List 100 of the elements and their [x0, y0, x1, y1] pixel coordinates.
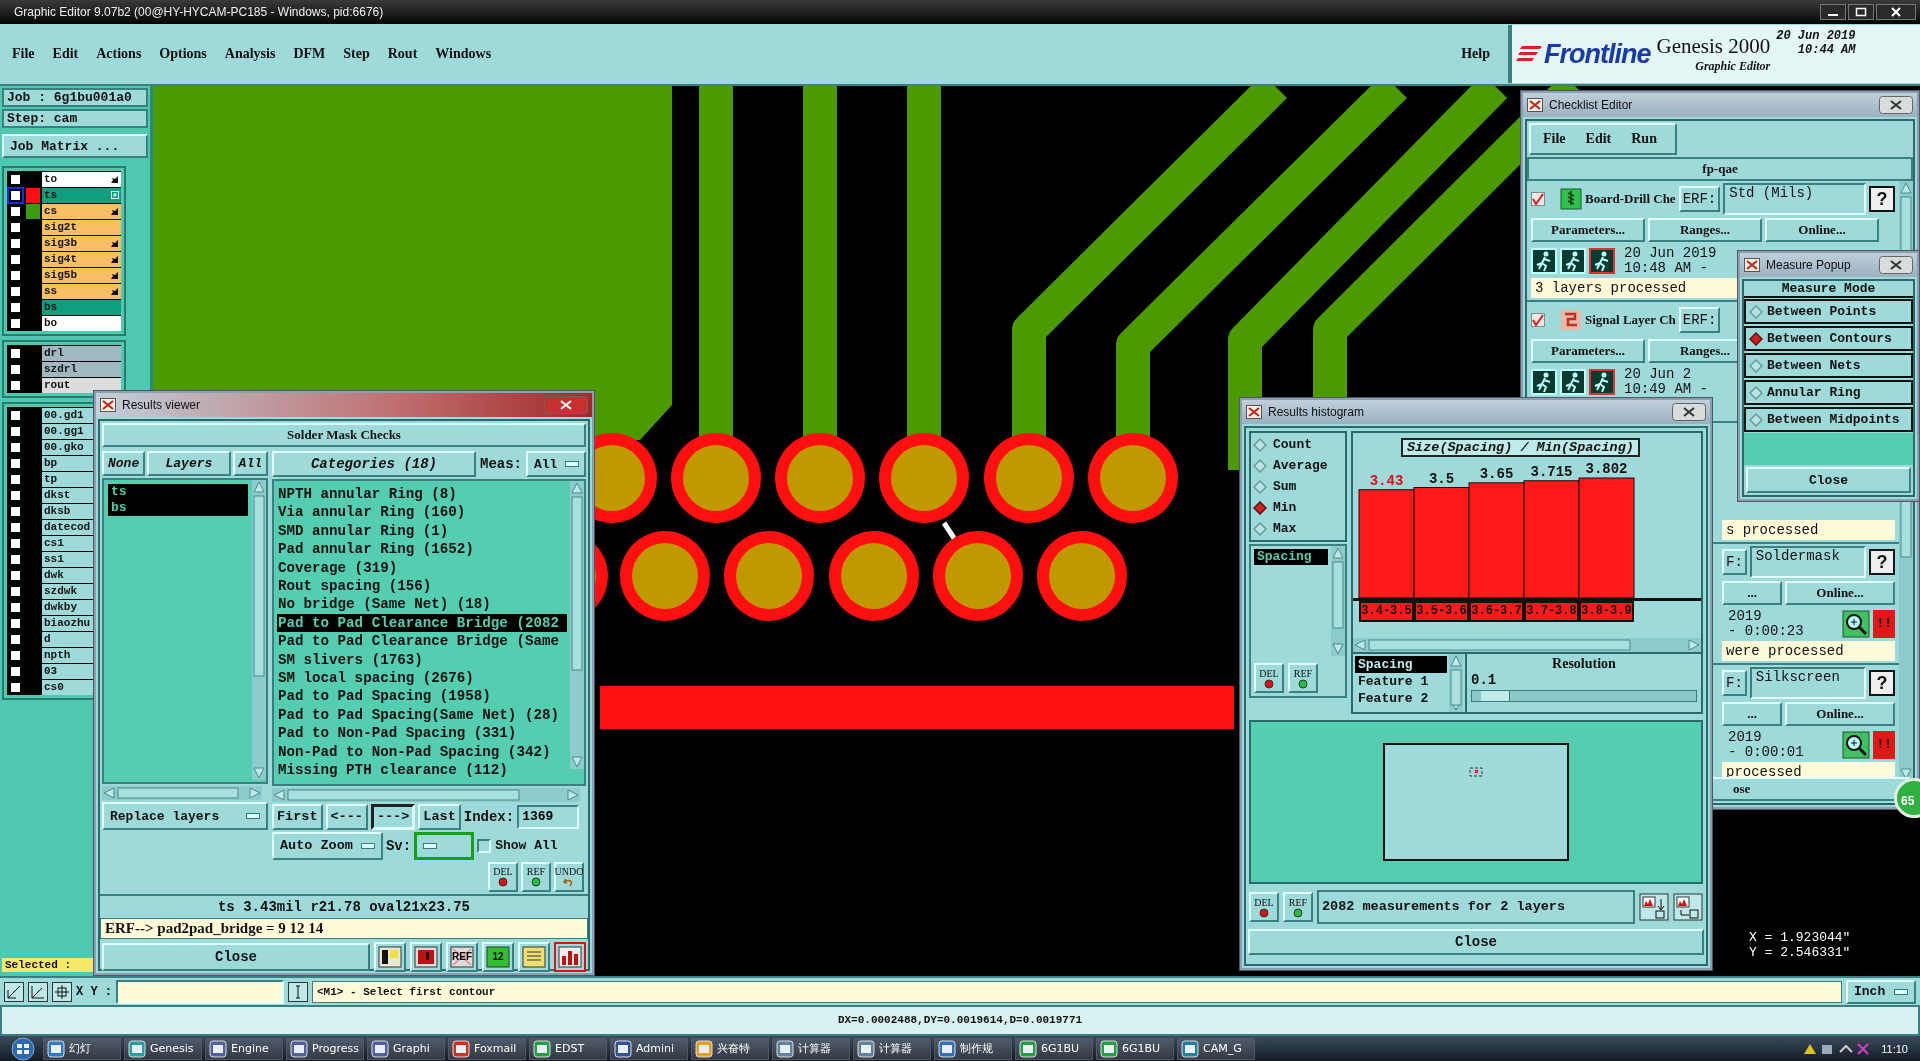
list-item[interactable]: Spacing: [1355, 656, 1447, 673]
auto-zoom-dropdown[interactable]: Auto Zoom: [272, 831, 383, 860]
menu-item[interactable]: Help: [1461, 46, 1490, 62]
export-chart-icon[interactable]: [1639, 893, 1669, 921]
list-item[interactable]: Non-Pad to Non-Pad Spacing (342): [277, 742, 567, 762]
delete-button[interactable]: DEL: [1249, 892, 1279, 922]
list-item[interactable]: Spacing: [1254, 549, 1328, 565]
refresh-button[interactable]: REF: [1288, 663, 1318, 693]
checkbox[interactable]: [9, 648, 22, 662]
taskbar-item[interactable]: Genesis: [124, 1037, 202, 1060]
help-button[interactable]: ?: [1869, 186, 1895, 212]
layer-item[interactable]: bs: [42, 299, 121, 315]
list-item[interactable]: ts: [108, 484, 248, 500]
layer-item[interactable]: drl: [42, 345, 121, 361]
taskbar-item[interactable]: 兴奋特: [691, 1037, 769, 1060]
menu-item[interactable]: Actions: [96, 46, 142, 62]
vertical-scrollbar[interactable]: [252, 480, 266, 780]
list-item[interactable]: Pad to Pad Spacing(Same Net) (28): [277, 705, 567, 725]
close-icon[interactable]: [1876, 4, 1916, 20]
histogram-button[interactable]: [554, 941, 586, 972]
checkbox[interactable]: [9, 172, 22, 186]
action-button[interactable]: Online...: [1785, 702, 1895, 726]
help-button[interactable]: ?: [1869, 670, 1895, 696]
mode-option[interactable]: Between Points: [1744, 299, 1913, 324]
angle-icon[interactable]: [28, 981, 48, 1002]
layer-item[interactable]: szdrl: [42, 361, 121, 377]
checkbox[interactable]: [9, 472, 22, 486]
checkbox[interactable]: [9, 520, 22, 534]
radio-button[interactable]: [1749, 331, 1763, 346]
checkbox[interactable]: [9, 346, 22, 360]
taskbar-item[interactable]: Foxmail: [448, 1037, 526, 1060]
taskbar-item[interactable]: CAM_G: [1177, 1037, 1255, 1060]
checkbox[interactable]: [9, 378, 22, 392]
erf-field[interactable]: Soldermask: [1749, 546, 1866, 578]
layer-item[interactable]: to: [42, 171, 121, 187]
layer-item[interactable]: sig2t: [42, 219, 121, 235]
menu-item[interactable]: File: [1543, 131, 1566, 147]
list-item[interactable]: Pad to Pad Clearance Bridge (2082: [277, 613, 567, 633]
taskbar-item[interactable]: EDST: [529, 1037, 607, 1060]
erf-field[interactable]: Silkscreen: [1749, 667, 1866, 699]
index-field[interactable]: 1369: [517, 804, 580, 829]
close-icon[interactable]: [1879, 96, 1913, 114]
list-item[interactable]: Via annular Ring (160): [277, 503, 567, 522]
refresh-button[interactable]: REF: [1283, 892, 1313, 922]
taskbar-item[interactable]: Engine: [205, 1037, 283, 1060]
list-item[interactable]: Missing PTH clearance (112): [277, 761, 567, 780]
layer-filter-button[interactable]: All: [232, 451, 268, 476]
list-item[interactable]: SMD annular Ring (1): [277, 521, 567, 541]
layer-filter-button[interactable]: Layers: [147, 451, 231, 476]
zoom-in-icon[interactable]: [1842, 610, 1871, 638]
checkbox[interactable]: [9, 236, 22, 250]
list-item[interactable]: bs: [108, 500, 248, 516]
checkbox[interactable]: [9, 488, 22, 502]
checkbox[interactable]: [9, 536, 22, 550]
list-item[interactable]: Pad to Pad Spacing (1958): [277, 687, 567, 706]
meas-dropdown[interactable]: All: [526, 451, 586, 477]
taskbar-item[interactable]: Graphi: [367, 1037, 445, 1060]
delete-button[interactable]: DEL: [488, 861, 518, 892]
navigation-button[interactable]: Last: [418, 803, 461, 830]
menu-item[interactable]: Edit: [52, 46, 79, 62]
layer-button[interactable]: [410, 941, 442, 972]
radio-button[interactable]: [1749, 385, 1763, 400]
checkbox[interactable]: [9, 362, 22, 376]
action-button[interactable]: Online...: [1765, 218, 1879, 242]
radio-button[interactable]: [1253, 437, 1267, 452]
close-icon[interactable]: [1672, 403, 1706, 421]
radio-button[interactable]: [1749, 358, 1763, 373]
list-item[interactable]: No bridge (Same Net) (18): [277, 595, 567, 614]
mode-option[interactable]: Annular Ring: [1744, 380, 1913, 405]
taskbar-item[interactable]: 计算器: [772, 1037, 850, 1060]
slider-thumb[interactable]: [1480, 691, 1510, 701]
vertical-scrollbar[interactable]: [570, 481, 584, 769]
list-item[interactable]: Feature 2: [1355, 690, 1447, 707]
menu-item[interactable]: File: [12, 46, 35, 62]
action-button[interactable]: Parameters...: [1531, 339, 1645, 363]
vertical-scrollbar[interactable]: [1331, 546, 1345, 656]
figure-button[interactable]: [374, 941, 406, 972]
radio-button[interactable]: [1253, 521, 1267, 536]
layer-item[interactable]: rout: [42, 377, 121, 393]
list-item[interactable]: Coverage (319): [277, 558, 567, 578]
refresh-button[interactable]: REF: [521, 861, 551, 892]
menu-item[interactable]: Windows: [435, 46, 492, 62]
checkbox[interactable]: [9, 616, 22, 630]
layer-filter-button[interactable]: None: [102, 451, 146, 476]
menu-item[interactable]: Edit: [1585, 131, 1612, 147]
job-matrix-button[interactable]: Job Matrix ...: [2, 134, 148, 158]
taskbar-item[interactable]: 制作规: [934, 1037, 1012, 1060]
menu-item[interactable]: Options: [159, 46, 207, 62]
zoom-in-icon[interactable]: [1842, 731, 1871, 759]
layer-item[interactable]: sig5b: [42, 267, 121, 283]
layer-item[interactable]: bo: [42, 315, 121, 331]
coordinate-input[interactable]: [116, 979, 284, 1004]
radio-button[interactable]: [1749, 412, 1763, 427]
layer-item[interactable]: ss: [42, 283, 121, 299]
mode-option[interactable]: Between Contours: [1744, 326, 1913, 351]
erf-field[interactable]: Std (Mils): [1723, 183, 1866, 215]
checkbox[interactable]: [9, 504, 22, 518]
menu-item[interactable]: Analysis: [224, 46, 276, 62]
mode-option[interactable]: Between Nets: [1744, 353, 1913, 378]
navigation-button[interactable]: <---: [325, 803, 368, 830]
